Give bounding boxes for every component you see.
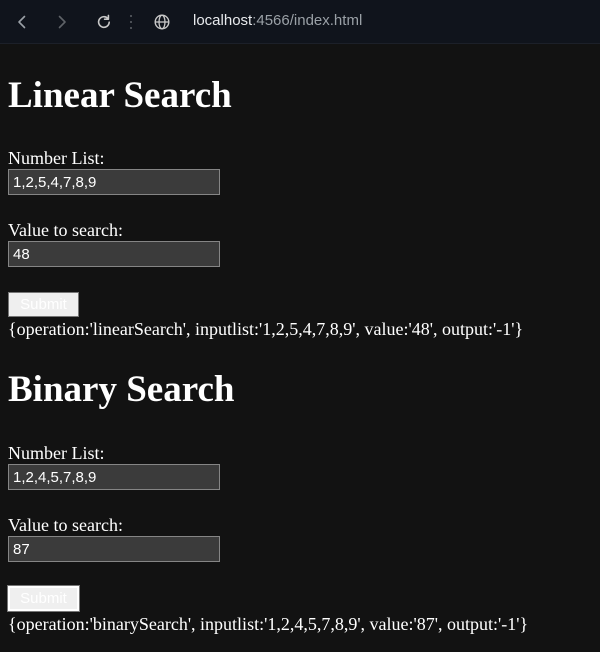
toolbar-separator	[130, 15, 132, 29]
linear-number-list-input[interactable]	[8, 169, 220, 195]
url-path: :4566/index.html	[252, 12, 363, 29]
browser-toolbar: localhost:4566/index.html	[0, 0, 600, 44]
address-bar[interactable]: localhost:4566/index.html	[193, 11, 362, 31]
forward-arrow-icon[interactable]	[50, 10, 74, 34]
binary-result-text: {operation:'binarySearch', inputlist:'1,…	[8, 614, 529, 634]
reload-icon[interactable]	[92, 10, 116, 34]
linear-value-input[interactable]	[8, 241, 220, 267]
binary-value-input[interactable]	[8, 536, 220, 562]
binary-search-title: Binary Search	[8, 369, 235, 410]
linear-submit-button[interactable]: Submit	[8, 292, 79, 317]
linear-number-list-label: Number List:	[8, 148, 105, 168]
binary-number-list-label: Number List:	[8, 443, 105, 463]
url-host: localhost	[193, 12, 253, 29]
binary-number-list-input[interactable]	[8, 464, 220, 490]
linear-search-title: Linear Search	[8, 75, 232, 116]
linear-value-label: Value to search:	[8, 220, 123, 240]
binary-value-label: Value to search:	[8, 515, 123, 535]
binary-submit-button[interactable]: Submit	[7, 585, 80, 612]
page-content: Linear Search Number List: Value to sear…	[0, 44, 600, 652]
back-arrow-icon[interactable]	[10, 10, 34, 34]
linear-result-text: {operation:'linearSearch', inputlist:'1,…	[8, 319, 524, 339]
site-info-icon[interactable]	[150, 10, 174, 34]
